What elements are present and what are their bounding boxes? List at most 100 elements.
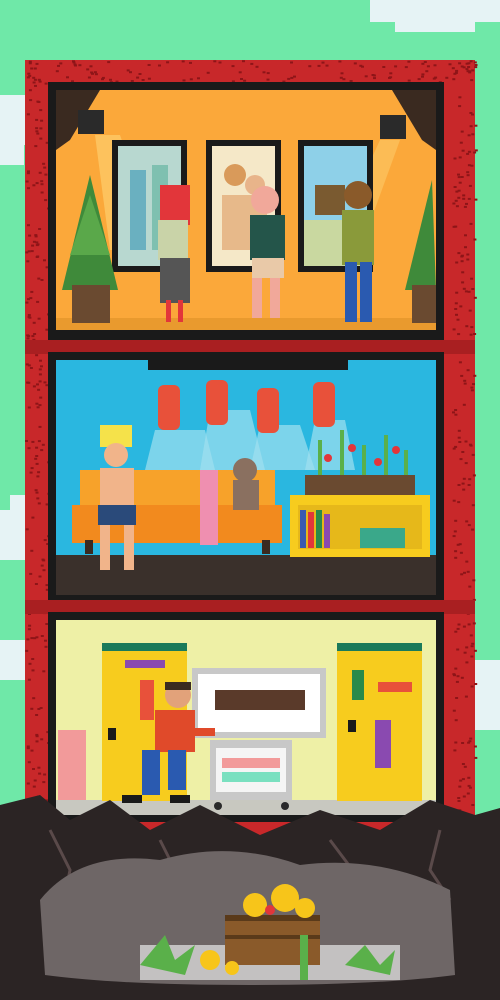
brick-speckle xyxy=(457,436,461,439)
brick-speckle xyxy=(33,78,37,81)
brick-speckle xyxy=(455,261,459,264)
brick-speckle xyxy=(466,152,470,155)
brick-speckle xyxy=(453,530,457,533)
brick-speckle xyxy=(35,130,39,133)
brick-speckle xyxy=(454,445,458,448)
brick-speckle xyxy=(32,76,36,79)
brick-speckle xyxy=(35,118,39,121)
brick-speckle xyxy=(459,458,463,461)
brick-speckle xyxy=(25,649,29,652)
brick-speckle xyxy=(35,402,39,405)
brick-speckle xyxy=(468,478,472,481)
brick-speckle xyxy=(321,61,325,64)
brick-speckle xyxy=(457,429,461,432)
brick-speckle xyxy=(27,314,31,316)
brick-speckle xyxy=(465,661,469,664)
brick-speckle xyxy=(462,287,466,290)
brick-speckle xyxy=(461,451,465,453)
brick-speckle xyxy=(34,84,37,87)
brick-speckle xyxy=(445,76,449,79)
brick-speckle xyxy=(37,277,41,280)
brick-speckle xyxy=(452,709,456,712)
brick-speckle xyxy=(107,61,111,64)
brick-speckle xyxy=(461,763,465,765)
brick-speckle xyxy=(454,550,458,553)
brick-speckle xyxy=(40,635,44,637)
brick-speckle xyxy=(240,78,243,80)
brick-speckle xyxy=(459,779,463,782)
teddy-bear-icon xyxy=(233,458,259,510)
brick-speckle xyxy=(471,113,474,116)
brick-speckle xyxy=(40,365,43,368)
brick-speckle xyxy=(55,70,59,73)
brick-speckle xyxy=(30,749,34,752)
brick-speckle xyxy=(466,174,470,177)
brick-speckle xyxy=(473,238,477,241)
brick-speckle xyxy=(213,60,217,63)
brick-speckle xyxy=(34,583,38,585)
brick-speckle xyxy=(455,205,459,208)
brick-speckle xyxy=(454,519,458,522)
brick-speckle xyxy=(218,61,222,64)
brick-speckle xyxy=(32,768,35,770)
brick-speckle xyxy=(28,662,32,665)
brick-speckle xyxy=(462,197,466,200)
brick-speckle xyxy=(462,477,466,480)
brick-speckle xyxy=(29,471,33,474)
brick-speckle xyxy=(457,501,461,504)
brick-speckle xyxy=(454,302,458,305)
brick-speckle xyxy=(39,109,43,112)
brick-speckle xyxy=(473,649,477,652)
brick-speckle xyxy=(37,101,41,103)
brick-speckle xyxy=(364,75,368,78)
brick-speckle xyxy=(457,484,461,486)
gallery-room xyxy=(48,82,444,340)
brick-speckle xyxy=(266,72,270,75)
brick-speckle xyxy=(457,173,460,176)
brick-speckle xyxy=(458,361,462,364)
brick-speckle xyxy=(417,78,421,81)
brick-speckle xyxy=(147,77,151,80)
brick-speckle xyxy=(38,380,42,383)
brick-speckle xyxy=(452,535,456,538)
brick-speckle xyxy=(455,69,459,72)
brick-speckle xyxy=(27,381,31,384)
brick-speckle xyxy=(470,685,474,688)
brick-speckle xyxy=(465,646,469,649)
brick-speckle xyxy=(27,364,31,367)
brick-speckle xyxy=(455,313,458,316)
brick-speckle xyxy=(36,406,40,409)
brick-speckle xyxy=(86,68,90,71)
brick-speckle xyxy=(463,382,467,385)
brick-speckle xyxy=(474,683,478,685)
brick-speckle xyxy=(465,62,469,65)
brick-speckle xyxy=(72,61,76,64)
brick-speckle xyxy=(457,252,461,255)
brick-speckle xyxy=(458,105,462,108)
bookshelf-icon xyxy=(290,495,430,557)
brick-speckle xyxy=(39,707,43,709)
brick-speckle xyxy=(467,776,471,779)
brick-speckle xyxy=(464,695,468,698)
brick-speckle xyxy=(35,462,39,465)
brick-speckle xyxy=(40,279,44,281)
brick-speckle xyxy=(59,62,63,65)
brick-speckle xyxy=(342,78,346,81)
brick-speckle xyxy=(453,186,457,188)
brick-speckle xyxy=(34,489,38,492)
brick-speckle xyxy=(74,64,77,67)
brick-speckle xyxy=(454,719,458,722)
game-scene xyxy=(0,0,500,1000)
brick-speckle xyxy=(464,246,467,249)
brick-speckle xyxy=(421,75,424,78)
brick-speckle xyxy=(465,202,468,205)
brick-speckle xyxy=(26,638,30,641)
brick-speckle xyxy=(78,64,82,67)
brick-speckle xyxy=(35,491,39,494)
brick-speckle xyxy=(468,585,472,588)
brick-speckle xyxy=(37,471,41,474)
brick-speckle xyxy=(472,383,475,386)
brick-speckle xyxy=(36,383,39,386)
brick-speckle xyxy=(454,667,458,670)
brick-speckle xyxy=(206,71,210,74)
